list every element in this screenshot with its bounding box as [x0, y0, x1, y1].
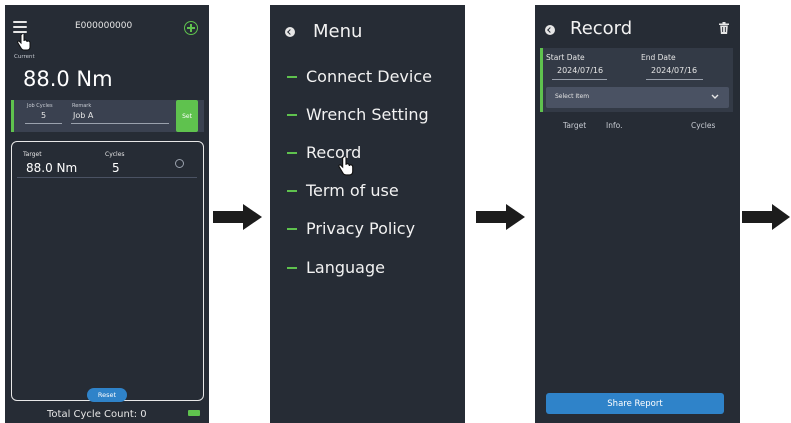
arrow-right-icon	[476, 204, 525, 230]
menu-item-label: Wrench Setting	[306, 105, 429, 124]
main-screen: E000000000 Current 88.0 Nm Job Cycles 5 …	[5, 5, 209, 423]
trash-icon[interactable]	[719, 22, 729, 34]
start-date-underline	[552, 79, 607, 80]
item-select-value: Select Item	[555, 93, 590, 100]
target-value: 88.0 Nm	[26, 161, 78, 175]
menu-dash	[287, 151, 297, 154]
set-button[interactable]: Set	[176, 100, 198, 132]
menu-title: Menu	[313, 21, 363, 42]
start-date-label: Start Date	[546, 53, 585, 62]
cycles-label: Cycles	[105, 151, 125, 158]
remark-input[interactable]: Job A	[73, 111, 93, 120]
menu-item-language[interactable]: Language	[287, 258, 385, 277]
column-info: Info.	[606, 121, 623, 130]
menu-item-label: Language	[306, 258, 385, 277]
menu-dash	[287, 75, 297, 78]
menu-dash	[287, 189, 297, 192]
back-icon[interactable]	[285, 27, 295, 37]
back-icon[interactable]	[545, 25, 555, 35]
menu-dash	[287, 113, 297, 116]
cycles-value: 5	[112, 161, 120, 175]
current-label: Current	[14, 54, 35, 60]
card-accent-bar	[11, 100, 14, 132]
device-id: E000000000	[75, 21, 133, 31]
menu-item-label: Privacy Policy	[306, 219, 416, 238]
remark-label: Remark	[72, 103, 92, 109]
chevron-down-icon	[711, 94, 719, 99]
menu-item-wrench-setting[interactable]: Wrench Setting	[287, 105, 429, 124]
menu-item-connect-device[interactable]: Connect Device	[287, 67, 432, 86]
item-select[interactable]: Select Item	[546, 87, 729, 108]
total-cycle-count: Total Cycle Count: 0	[47, 409, 147, 420]
column-cycles: Cycles	[691, 121, 716, 130]
battery-icon	[188, 410, 200, 416]
menu-dash	[287, 227, 297, 230]
end-date-underline	[646, 79, 703, 80]
record-screen: Record Start Date 2024/07/16 End Date 20…	[535, 5, 740, 423]
menu-item-label: Connect Device	[306, 67, 432, 86]
target-divider	[17, 177, 197, 178]
reset-button[interactable]: Reset	[87, 388, 127, 402]
target-panel	[11, 141, 204, 401]
end-date-input[interactable]: 2024/07/16	[651, 66, 697, 75]
add-icon[interactable]	[184, 21, 198, 35]
current-value: 88.0 Nm	[23, 67, 113, 91]
share-report-button[interactable]: Share Report	[546, 393, 724, 414]
card-accent-bar	[540, 48, 543, 112]
menu-item-term-of-use[interactable]: Term of use	[287, 181, 399, 200]
record-title: Record	[570, 18, 633, 39]
hand-cursor-icon	[17, 34, 31, 51]
job-cycles-label: Job Cycles	[27, 103, 53, 109]
menu-screen: Menu Connect Device Wrench Setting Recor…	[270, 5, 465, 423]
arrow-right-icon	[213, 204, 262, 230]
menu-dash	[287, 266, 297, 269]
clock-icon[interactable]	[175, 159, 184, 168]
arrow-right-icon	[742, 204, 790, 230]
job-cycles-input[interactable]: 5	[41, 111, 46, 120]
remark-underline	[71, 123, 169, 124]
menu-item-privacy-policy[interactable]: Privacy Policy	[287, 219, 415, 238]
target-label: Target	[23, 151, 42, 158]
hand-cursor-icon	[338, 157, 354, 176]
menu-item-label: Term of use	[306, 181, 399, 200]
start-date-input[interactable]: 2024/07/16	[557, 66, 603, 75]
end-date-label: End Date	[641, 53, 676, 62]
column-target: Target	[563, 121, 587, 130]
job-cycles-underline	[25, 123, 62, 124]
